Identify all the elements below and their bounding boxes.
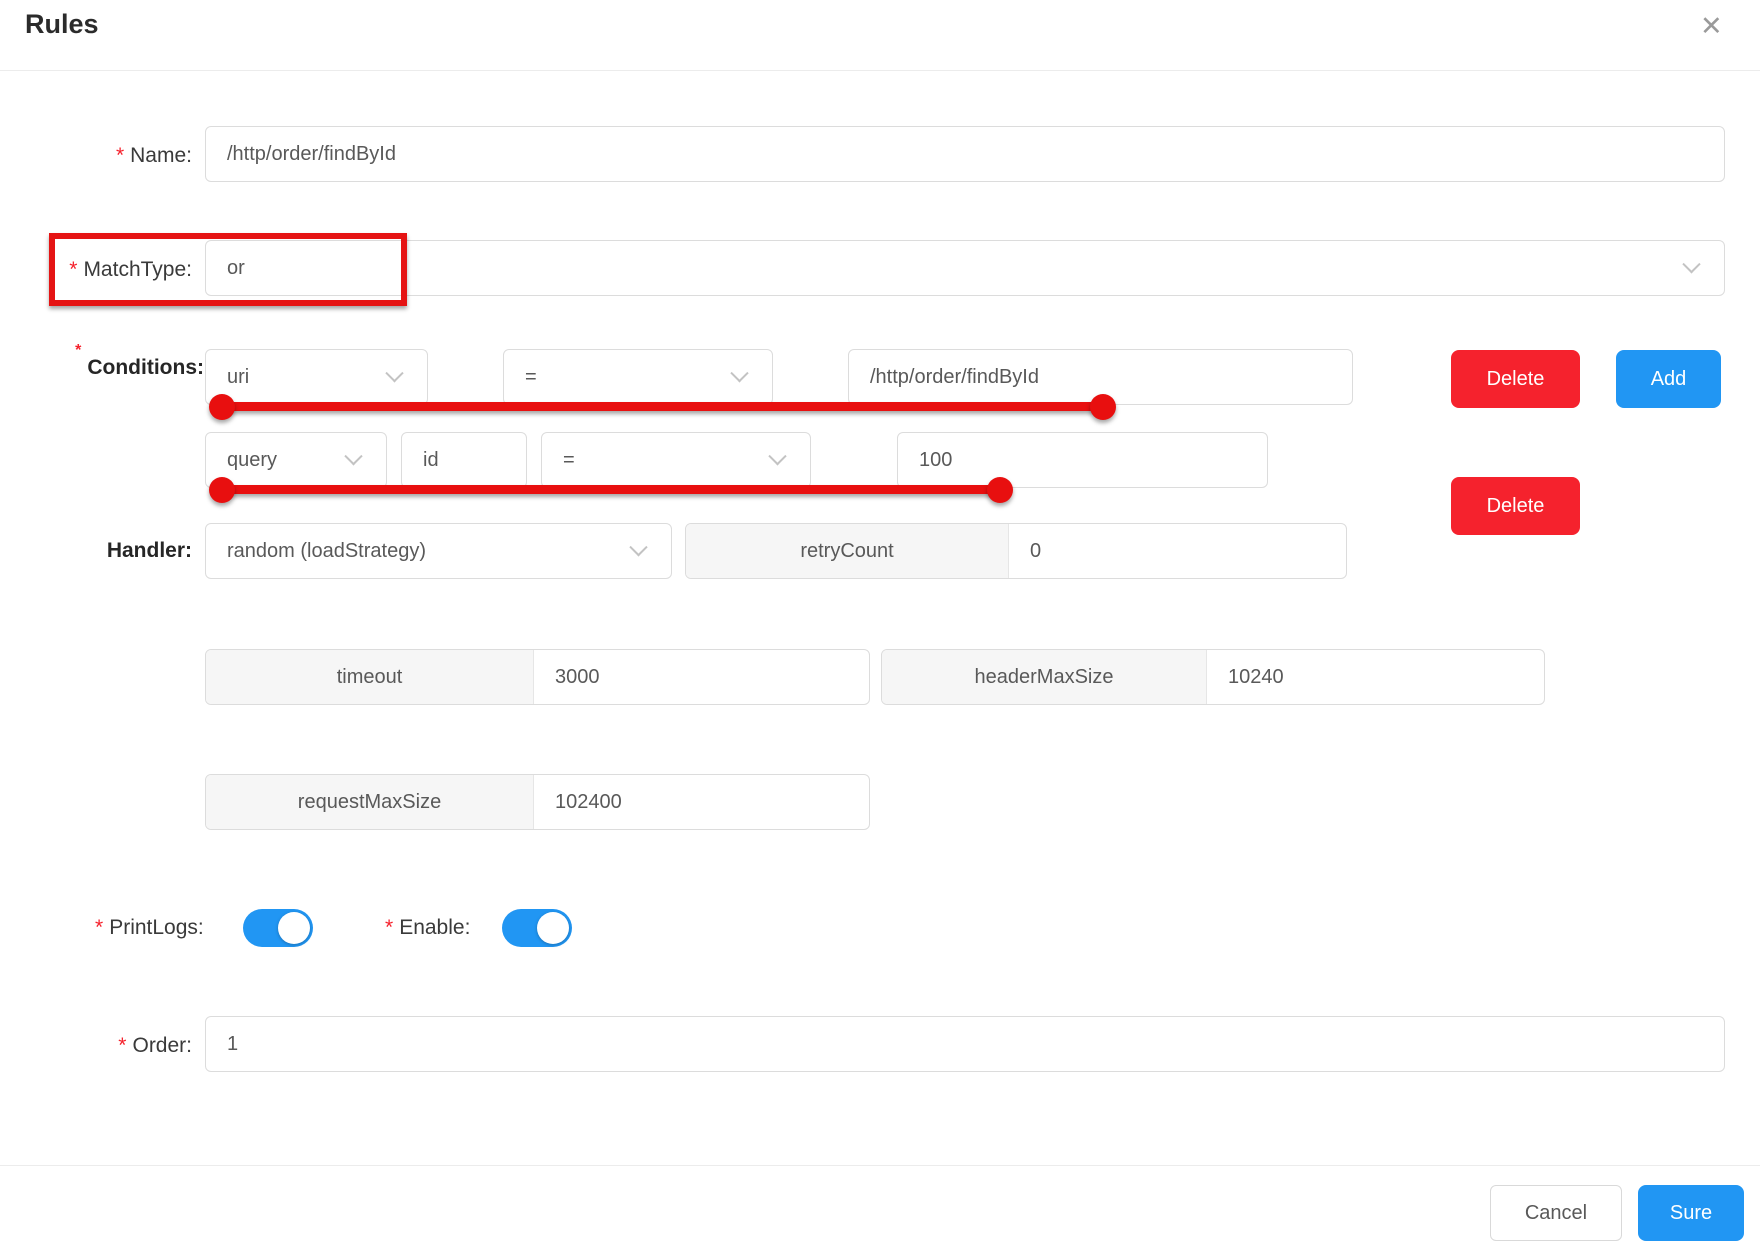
name-label: * Name: xyxy=(0,128,192,184)
required-asterisk: * xyxy=(118,1034,126,1058)
chevron-down-icon xyxy=(730,364,748,382)
enable-label: * Enable: xyxy=(385,916,470,940)
cancel-button[interactable]: Cancel xyxy=(1490,1185,1622,1241)
annotation-dot xyxy=(209,477,235,503)
order-input[interactable]: 1 xyxy=(205,1016,1725,1072)
required-asterisk: * xyxy=(95,916,103,940)
footer-divider xyxy=(0,1165,1760,1166)
condition1-value: /http/order/findById xyxy=(849,366,1039,389)
condition1-delete-button[interactable]: Delete xyxy=(1451,350,1580,408)
annotation-dot xyxy=(209,394,235,420)
handler-label-text: Handler: xyxy=(107,539,192,563)
retrycount-tag: retryCount xyxy=(686,524,1009,578)
rules-dialog: Rules ✕ * Name: /http/order/findById * M… xyxy=(0,0,1760,1250)
timeout-input[interactable]: 3000 xyxy=(534,650,869,704)
condition2-type-select[interactable]: query xyxy=(205,432,387,488)
matchtype-select[interactable]: or xyxy=(205,240,1725,296)
condition2-operator-select[interactable]: = xyxy=(541,432,811,488)
printlogs-label: * PrintLogs: xyxy=(95,916,204,940)
handler-strategy-select[interactable]: random (loadStrategy) xyxy=(205,523,672,579)
retrycount-input[interactable]: 0 xyxy=(1009,524,1346,578)
header-divider xyxy=(0,70,1760,71)
required-asterisk: * xyxy=(116,144,124,168)
requestmaxsize-input[interactable]: 102400 xyxy=(534,775,869,829)
annotation-line-condition1 xyxy=(222,402,1103,411)
annotation-rect-matchtype xyxy=(49,233,407,306)
condition2-value: 100 xyxy=(898,449,952,472)
chevron-down-icon xyxy=(629,538,647,556)
annotation-line-condition2 xyxy=(222,485,1000,494)
condition1-type-select[interactable]: uri xyxy=(205,349,428,405)
timeout-field: timeout 3000 xyxy=(205,649,870,705)
headermaxsize-input[interactable]: 10240 xyxy=(1207,650,1544,704)
required-asterisk: * xyxy=(385,916,393,940)
handler-label: Handler: xyxy=(0,523,192,579)
handler-strategy-value: random (loadStrategy) xyxy=(206,540,426,563)
enable-toggle[interactable] xyxy=(502,909,572,947)
order-label: * Order: xyxy=(0,1018,192,1074)
chevron-down-icon xyxy=(1682,255,1700,273)
condition2-key-input[interactable]: id xyxy=(401,432,527,488)
close-icon[interactable]: ✕ xyxy=(1700,10,1723,42)
condition1-operator-value: = xyxy=(504,366,537,389)
dialog-title: Rules xyxy=(25,9,99,40)
printlogs-label-text: PrintLogs: xyxy=(109,916,204,940)
chevron-down-icon xyxy=(768,447,786,465)
headermaxsize-tag: headerMaxSize xyxy=(882,650,1207,704)
order-label-text: Order: xyxy=(132,1034,192,1058)
toggle-knob xyxy=(278,912,310,944)
annotation-dot xyxy=(987,477,1013,503)
printlogs-toggle[interactable] xyxy=(243,909,313,947)
condition2-delete-button[interactable]: Delete xyxy=(1451,477,1580,535)
condition2-type-value: query xyxy=(206,449,277,472)
headermaxsize-field: headerMaxSize 10240 xyxy=(881,649,1545,705)
name-input[interactable]: /http/order/findById xyxy=(205,126,1725,182)
requestmaxsize-tag: requestMaxSize xyxy=(206,775,534,829)
name-input-value: /http/order/findById xyxy=(206,143,396,166)
timeout-tag: timeout xyxy=(206,650,534,704)
conditions-label: * Conditions: xyxy=(0,340,204,396)
requestmaxsize-field: requestMaxSize 102400 xyxy=(205,774,870,830)
required-asterisk: * xyxy=(75,342,81,360)
retrycount-field: retryCount 0 xyxy=(685,523,1347,579)
name-label-text: Name: xyxy=(130,144,192,168)
chevron-down-icon xyxy=(344,447,362,465)
condition1-operator-select[interactable]: = xyxy=(503,349,773,405)
condition1-type-value: uri xyxy=(206,366,249,389)
toggle-knob xyxy=(537,912,569,944)
order-input-value: 1 xyxy=(206,1033,238,1056)
condition2-value-input[interactable]: 100 xyxy=(897,432,1268,488)
conditions-label-text: Conditions: xyxy=(87,356,204,380)
sure-button[interactable]: Sure xyxy=(1638,1185,1744,1241)
annotation-dot xyxy=(1090,394,1116,420)
condition2-operator-value: = xyxy=(542,449,575,472)
condition2-key-value: id xyxy=(402,449,439,472)
enable-label-text: Enable: xyxy=(399,916,470,940)
chevron-down-icon xyxy=(385,364,403,382)
condition-add-button[interactable]: Add xyxy=(1616,350,1721,408)
